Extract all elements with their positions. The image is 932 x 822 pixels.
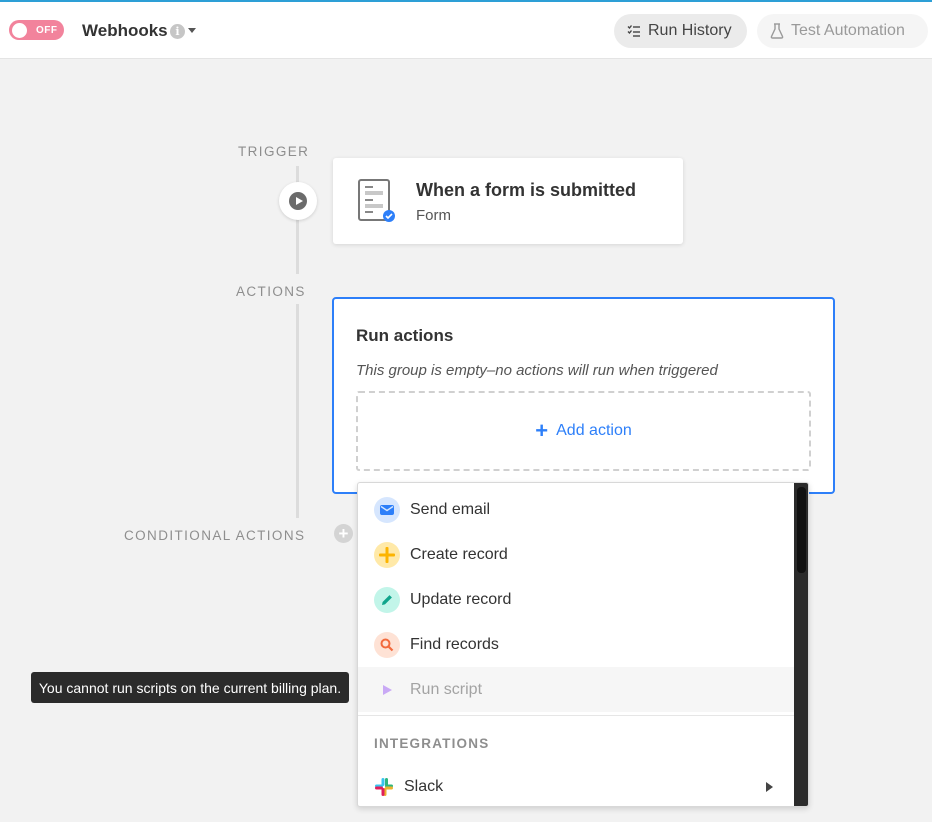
action-type-menu: Send email Create record Update record F… [357,482,809,807]
toggle-knob [12,22,27,38]
menu-item-slack[interactable]: Slack [358,768,794,806]
caret-down-icon[interactable] [188,28,196,33]
test-automation-label: Test Automation [791,22,905,39]
flask-icon [770,23,784,39]
trigger-title: When a form is submitted [416,180,637,200]
menu-item-create-record[interactable]: Create record [358,532,794,577]
slack-label: Slack [404,778,444,795]
menu-item-label: Run script [410,680,483,698]
menu-item-send-email[interactable]: Send email [358,487,794,532]
play-icon [374,677,400,703]
run-history-button[interactable]: Run History [614,14,747,48]
info-icon[interactable]: i [170,24,185,39]
checklist-icon [627,24,641,38]
menu-scrollbar-thumb[interactable] [797,487,806,573]
run-actions-card[interactable]: Run actions This group is empty–no actio… [332,297,835,494]
billing-plan-tooltip: You cannot run scripts on the current bi… [31,672,349,703]
play-icon [289,192,307,210]
automation-title[interactable]: Webhooks [82,21,168,41]
menu-item-update-record[interactable]: Update record [358,577,794,622]
test-trigger-button[interactable] [279,182,317,220]
run-history-label: Run History [648,22,732,39]
magnifier-icon [374,631,400,658]
conditional-actions-label: CONDITIONAL ACTIONS [124,528,306,543]
menu-item-run-script[interactable]: Run script [358,667,794,712]
run-actions-title: Run actions [356,326,454,345]
add-action-label: Add action [556,422,632,439]
test-automation-button[interactable]: Test Automation [757,14,928,48]
menu-divider [358,715,794,716]
add-conditional-icon[interactable]: + [334,524,353,543]
actions-rail [296,304,299,518]
toggle-label: OFF [36,24,58,36]
pencil-icon [374,586,400,613]
actions-section-label: ACTIONS [236,284,306,299]
submenu-arrow-icon [766,782,773,792]
empty-group-message: This group is empty–no actions will run … [356,362,718,379]
top-bar: OFF Webhooks i Run History Test Automati… [0,0,932,59]
plus-icon: + [535,418,549,443]
menu-item-label: Find records [410,635,499,653]
add-action-button[interactable]: + Add action [356,391,811,471]
slack-icon [374,777,394,797]
integrations-heading: INTEGRATIONS [374,736,490,751]
menu-item-find-records[interactable]: Find records [358,622,794,667]
trigger-card[interactable]: When a form is submitted Form [333,158,683,244]
menu-item-label: Create record [410,545,508,563]
menu-item-label: Update record [410,590,512,608]
trigger-subtitle: Form [416,207,451,224]
automation-toggle[interactable]: OFF [9,20,64,40]
form-icon [357,178,397,229]
trigger-section-label: TRIGGER [238,144,310,159]
plus-icon [374,541,400,568]
envelope-icon [374,496,400,523]
menu-item-label: Send email [410,500,491,518]
